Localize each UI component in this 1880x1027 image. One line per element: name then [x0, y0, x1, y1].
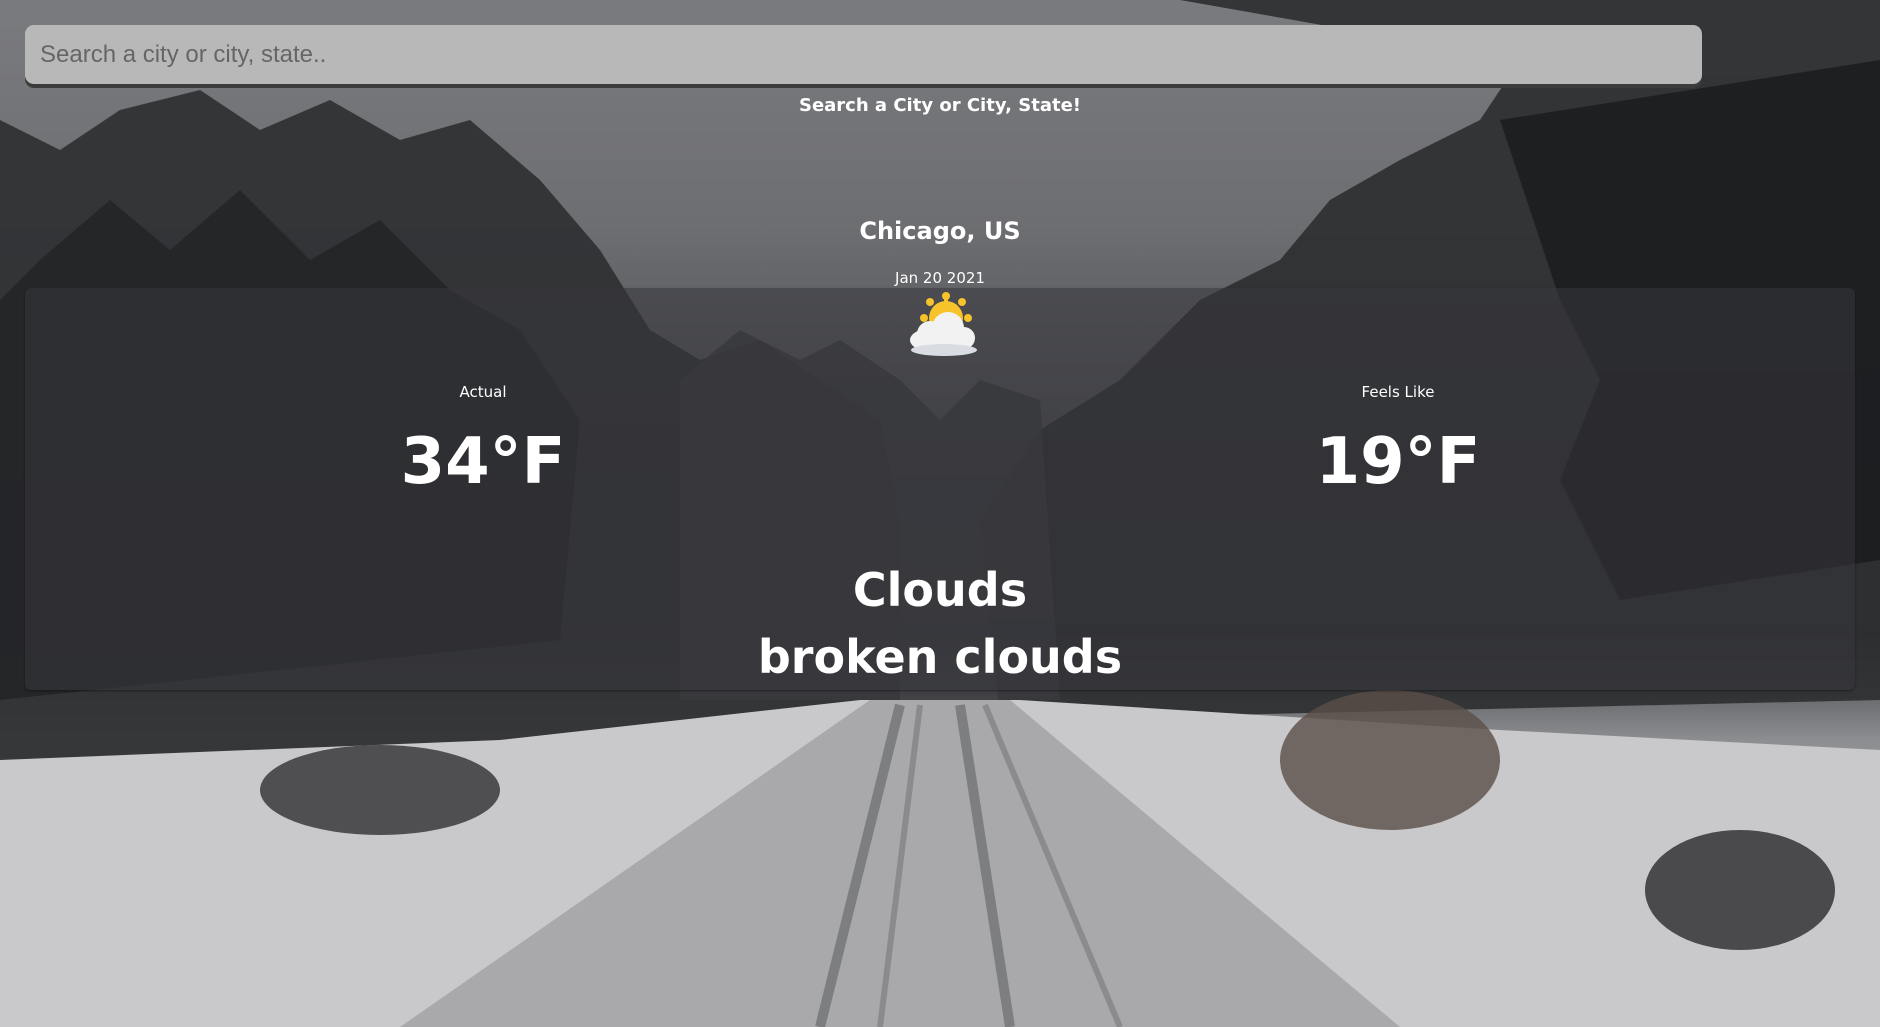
actual-temp-value: 34°F: [400, 425, 566, 499]
city-name: Chicago, US: [859, 217, 1021, 245]
search-hint: Search a City or City, State!: [798, 95, 1081, 116]
partly-cloudy-icon: [910, 292, 977, 356]
search-bar[interactable]: [25, 25, 1702, 84]
weather-date: Jan 20 2021: [895, 269, 985, 287]
actual-temp-label: Actual: [459, 383, 507, 401]
search-input[interactable]: [25, 25, 1702, 84]
weather-app: Search a City or City, State! Chicago, U…: [0, 0, 1880, 1027]
feels-like-label: Feels Like: [1361, 383, 1435, 401]
feels-like-value: 19°F: [1315, 425, 1481, 499]
weather-description: broken clouds: [757, 630, 1123, 684]
weather-condition: Clouds: [852, 563, 1028, 617]
